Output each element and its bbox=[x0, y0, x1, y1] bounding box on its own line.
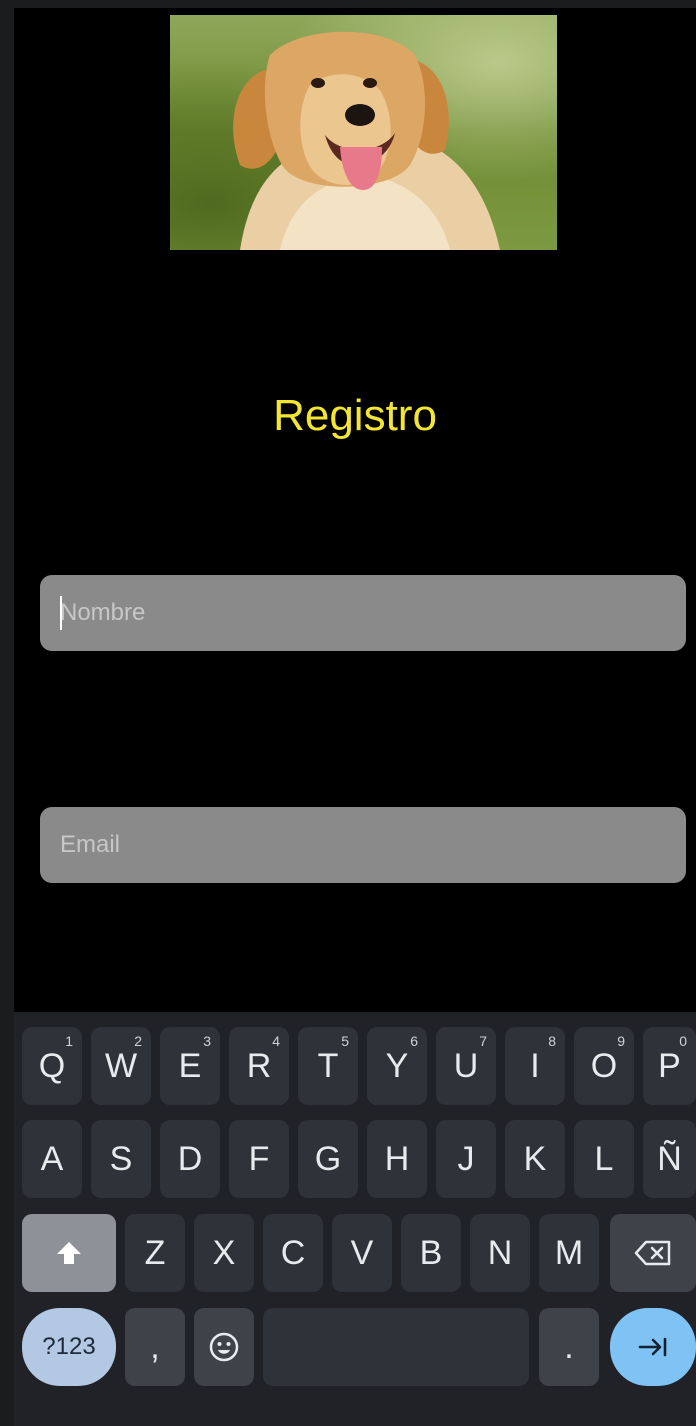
key-j[interactable]: J bbox=[436, 1120, 496, 1198]
key-e[interactable]: E3 bbox=[160, 1027, 220, 1105]
shift-icon bbox=[55, 1240, 83, 1266]
emoji-icon bbox=[208, 1331, 240, 1363]
next-key[interactable] bbox=[610, 1308, 696, 1386]
key-m[interactable]: M bbox=[539, 1214, 599, 1292]
dog-photo bbox=[170, 15, 557, 250]
key-z[interactable]: Z bbox=[125, 1214, 185, 1292]
key-p[interactable]: P0 bbox=[643, 1027, 696, 1105]
backspace-icon bbox=[634, 1240, 672, 1266]
name-input[interactable] bbox=[60, 575, 686, 651]
key-w[interactable]: W2 bbox=[91, 1027, 151, 1105]
key-i[interactable]: I8 bbox=[505, 1027, 565, 1105]
symbols-key[interactable]: ?123 bbox=[22, 1308, 116, 1386]
shift-key[interactable] bbox=[22, 1214, 116, 1292]
key-n[interactable]: N bbox=[470, 1214, 530, 1292]
key-r[interactable]: R4 bbox=[229, 1027, 289, 1105]
email-field[interactable] bbox=[40, 807, 686, 883]
key-c[interactable]: C bbox=[263, 1214, 323, 1292]
key-d[interactable]: D bbox=[160, 1120, 220, 1198]
key-t[interactable]: T5 bbox=[298, 1027, 358, 1105]
page-title: Registro bbox=[273, 391, 437, 440]
key-y[interactable]: Y6 bbox=[367, 1027, 427, 1105]
soft-keyboard: Q1 W2 E3 R4 T5 Y6 U7 I8 O9 P0 A S D F G … bbox=[14, 1012, 696, 1426]
space-key[interactable] bbox=[263, 1308, 529, 1386]
text-cursor bbox=[60, 596, 62, 630]
key-b[interactable]: B bbox=[401, 1214, 461, 1292]
tab-next-icon bbox=[638, 1336, 668, 1358]
comma-key[interactable]: , bbox=[125, 1308, 185, 1386]
key-u[interactable]: U7 bbox=[436, 1027, 496, 1105]
key-l[interactable]: L bbox=[574, 1120, 634, 1198]
period-key[interactable]: . bbox=[539, 1308, 599, 1386]
key-s[interactable]: S bbox=[91, 1120, 151, 1198]
email-input[interactable] bbox=[60, 807, 686, 883]
key-g[interactable]: G bbox=[298, 1120, 358, 1198]
key-v[interactable]: V bbox=[332, 1214, 392, 1292]
key-f[interactable]: F bbox=[229, 1120, 289, 1198]
key-k[interactable]: K bbox=[505, 1120, 565, 1198]
backspace-key[interactable] bbox=[610, 1214, 696, 1292]
key-h[interactable]: H bbox=[367, 1120, 427, 1198]
key-a[interactable]: A bbox=[22, 1120, 82, 1198]
key-n-tilde[interactable]: Ñ bbox=[643, 1120, 696, 1198]
key-x[interactable]: X bbox=[194, 1214, 254, 1292]
key-o[interactable]: O9 bbox=[574, 1027, 634, 1105]
name-field[interactable] bbox=[40, 575, 686, 651]
key-q[interactable]: Q1 bbox=[22, 1027, 82, 1105]
emoji-key[interactable] bbox=[194, 1308, 254, 1386]
